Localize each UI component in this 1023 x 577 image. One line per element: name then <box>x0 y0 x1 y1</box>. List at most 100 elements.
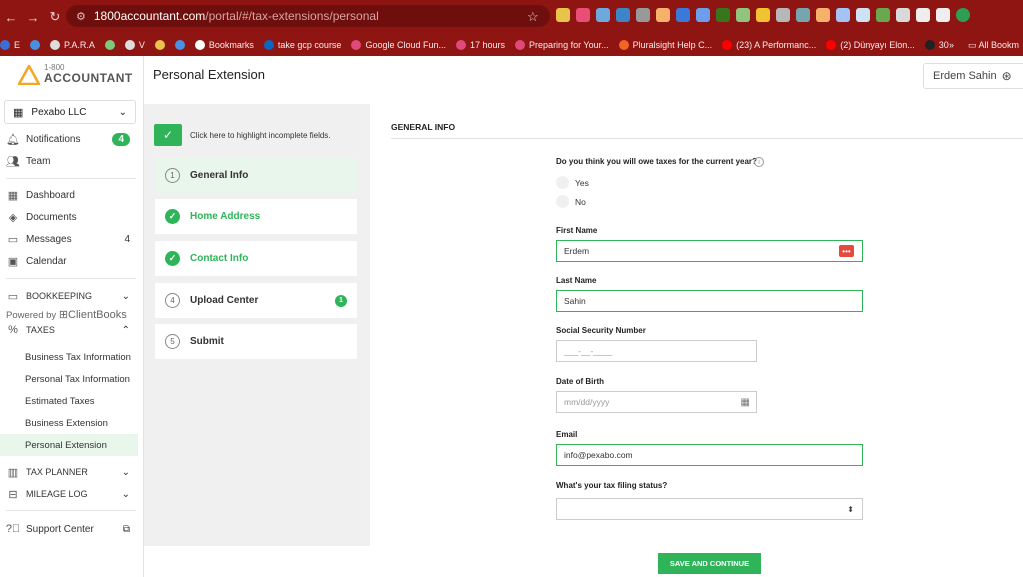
bookmark-item[interactable]: Bookmarks <box>194 40 254 50</box>
dashboard-icon: ▦ <box>7 189 19 202</box>
reload-icon[interactable]: ↻ <box>44 9 66 25</box>
extension-icon[interactable] <box>696 8 710 22</box>
extension-icon[interactable] <box>756 8 770 22</box>
bookmark-favicon-icon <box>104 40 115 50</box>
extension-icon[interactable] <box>616 8 630 22</box>
extension-icon[interactable] <box>636 8 650 22</box>
sidebar-item-dashboard[interactable]: ▦ Dashboard <box>0 184 140 206</box>
sidebar-item-label: Notifications <box>26 133 81 145</box>
first-name-field[interactable]: Erdem ••• <box>556 240 863 262</box>
user-menu[interactable]: Erdem Sahin ⊛ <box>923 63 1023 89</box>
step-general-info[interactable]: 1 General Info <box>155 158 357 193</box>
email-field[interactable]: info@pexabo.com <box>556 444 863 466</box>
bookmark-item[interactable]: E <box>0 40 20 50</box>
bookmarks-bar-right: » ▭ All Bookm <box>948 34 1023 56</box>
last-name-field[interactable]: Sahin <box>556 290 863 312</box>
bookmark-item[interactable]: Pluralsight Help C... <box>618 40 712 50</box>
sidebar-subitem-business-tax-information[interactable]: Business Tax Information <box>0 346 138 368</box>
profile-icon[interactable] <box>956 8 970 22</box>
site-settings-icon[interactable]: ⚙ <box>76 10 86 23</box>
back-icon[interactable]: ← <box>0 10 22 25</box>
company-selector[interactable]: ▦ Pexabo LLC ⌄ <box>4 100 136 124</box>
step-contact-info[interactable]: ✓ Contact Info <box>155 241 357 276</box>
sidebar-item-messages[interactable]: ▭ Messages 4 <box>0 228 140 250</box>
extension-icon[interactable] <box>596 8 610 22</box>
dob-field[interactable]: mm/dd/yyyy ▦ <box>556 391 757 413</box>
sidebar-item-documents[interactable]: ◈ Documents <box>0 206 140 228</box>
bookmark-item[interactable] <box>174 40 185 50</box>
bookmark-favicon-icon <box>826 40 837 50</box>
sidepanel-icon[interactable] <box>936 8 950 22</box>
sidebar-item-support-center[interactable]: ?⃝ Support Center ⧉ <box>0 518 140 540</box>
sidebar-subitem-estimated-taxes[interactable]: Estimated Taxes <box>0 390 138 412</box>
extension-icon[interactable] <box>856 8 870 22</box>
sidebar-item-taxes[interactable]: % TAXES ⌃ <box>0 319 140 341</box>
radio-circle[interactable] <box>556 176 569 189</box>
chevron-down-icon: ⌄ <box>118 106 127 118</box>
password-manager-icon[interactable]: ••• <box>839 245 854 257</box>
owe-taxes-question: Do you think you will owe taxes for the … <box>556 157 757 166</box>
ssn-label: Social Security Number <box>556 326 646 335</box>
extension-icon[interactable] <box>876 8 890 22</box>
sidebar-subitem-personal-extension[interactable]: Personal Extension <box>0 434 138 456</box>
sidebar-item-calendar[interactable]: ▣ Calendar <box>0 250 140 272</box>
bookmark-item[interactable]: take gcp course <box>263 40 341 50</box>
check-icon[interactable]: ✓ <box>154 124 182 146</box>
bookmark-item[interactable]: (2) Dünyayı Elon... <box>826 40 915 50</box>
bookmark-item[interactable]: Google Cloud Fun... <box>351 40 446 50</box>
sidebar-subitem-business-extension[interactable]: Business Extension <box>0 412 138 434</box>
company-name: Pexabo LLC <box>31 106 87 118</box>
extension-icon[interactable] <box>816 8 830 22</box>
puzzle-icon[interactable] <box>916 8 930 22</box>
extension-icon[interactable] <box>556 8 570 22</box>
extension-icon[interactable] <box>676 8 690 22</box>
extension-icon[interactable] <box>896 8 910 22</box>
bookmark-item[interactable]: P.A.R.A <box>50 40 95 50</box>
step-upload-center[interactable]: 4 Upload Center 1 <box>155 283 357 318</box>
bookmark-label: Bookmarks <box>208 40 254 50</box>
extension-icon[interactable] <box>796 8 810 22</box>
bookmark-item[interactable]: V <box>124 40 145 50</box>
address-bar[interactable]: ⚙ 1800accountant.com/portal/#/tax-extens… <box>66 5 550 27</box>
ssn-field[interactable]: ___-__-____ <box>556 340 757 362</box>
sidebar-item-tax-planner[interactable]: ▥ TAX PLANNER ⌄ <box>0 461 140 483</box>
sidebar-subitem-personal-tax-information[interactable]: Personal Tax Information <box>0 368 138 390</box>
sidebar-item-bookkeeping[interactable]: ▭ BOOKKEEPING ⌄ <box>0 285 140 307</box>
filing-status-select[interactable]: ⬍ <box>556 498 863 520</box>
step-number: 1 <box>165 168 180 183</box>
extension-icon[interactable] <box>576 8 590 22</box>
bookmark-item[interactable] <box>104 40 115 50</box>
bookmarks-more-button[interactable]: » <box>949 40 954 50</box>
step-submit[interactable]: 5 Submit <box>155 324 357 359</box>
sidebar-item-team[interactable]: 👥︎ Team <box>0 150 140 172</box>
info-icon[interactable]: i <box>754 157 764 167</box>
extension-icon[interactable] <box>716 8 730 22</box>
bookmark-item[interactable] <box>154 40 165 50</box>
bookmark-favicon-icon <box>722 40 733 50</box>
bookmarks-bar: E P.A.R.A V Bookmarks take gcp course Google … <box>0 34 1023 56</box>
highlight-incomplete-toggle[interactable]: ✓ Click here to highlight incomplete fie… <box>154 124 331 146</box>
bookmark-item[interactable]: 17 hours <box>456 40 505 50</box>
logo[interactable]: 1-800 ACCOUNTANT <box>18 64 133 85</box>
extension-icon[interactable] <box>736 8 750 22</box>
extension-icon[interactable] <box>836 8 850 22</box>
divider <box>391 138 1023 139</box>
calendar-icon[interactable]: ▦ <box>741 397 750 408</box>
all-bookmarks-button[interactable]: ▭ All Bookm <box>968 40 1019 51</box>
extension-icon[interactable] <box>656 8 670 22</box>
radio-no[interactable]: No <box>556 195 586 208</box>
radio-circle[interactable] <box>556 195 569 208</box>
forward-icon[interactable]: → <box>22 10 44 25</box>
bookmark-favicon-icon <box>124 40 135 50</box>
calendar-icon: ▣ <box>7 255 19 268</box>
sidebar-item-notifications[interactable]: 🔔︎ Notifications 4 <box>0 128 140 150</box>
extension-icon[interactable] <box>776 8 790 22</box>
bookmark-item[interactable] <box>30 40 41 50</box>
bookmark-star-icon[interactable]: ☆ <box>527 9 539 25</box>
bookmark-item[interactable]: (23) A Performanc... <box>722 40 816 50</box>
bookmark-item[interactable]: Preparing for Your... <box>515 40 609 50</box>
radio-yes[interactable]: Yes <box>556 176 589 189</box>
step-home-address[interactable]: ✓ Home Address <box>155 199 357 234</box>
sidebar-item-mileage-log[interactable]: ⊟ MILEAGE LOG ⌄ <box>0 483 140 505</box>
save-and-continue-button[interactable]: SAVE AND CONTINUE <box>658 553 761 574</box>
